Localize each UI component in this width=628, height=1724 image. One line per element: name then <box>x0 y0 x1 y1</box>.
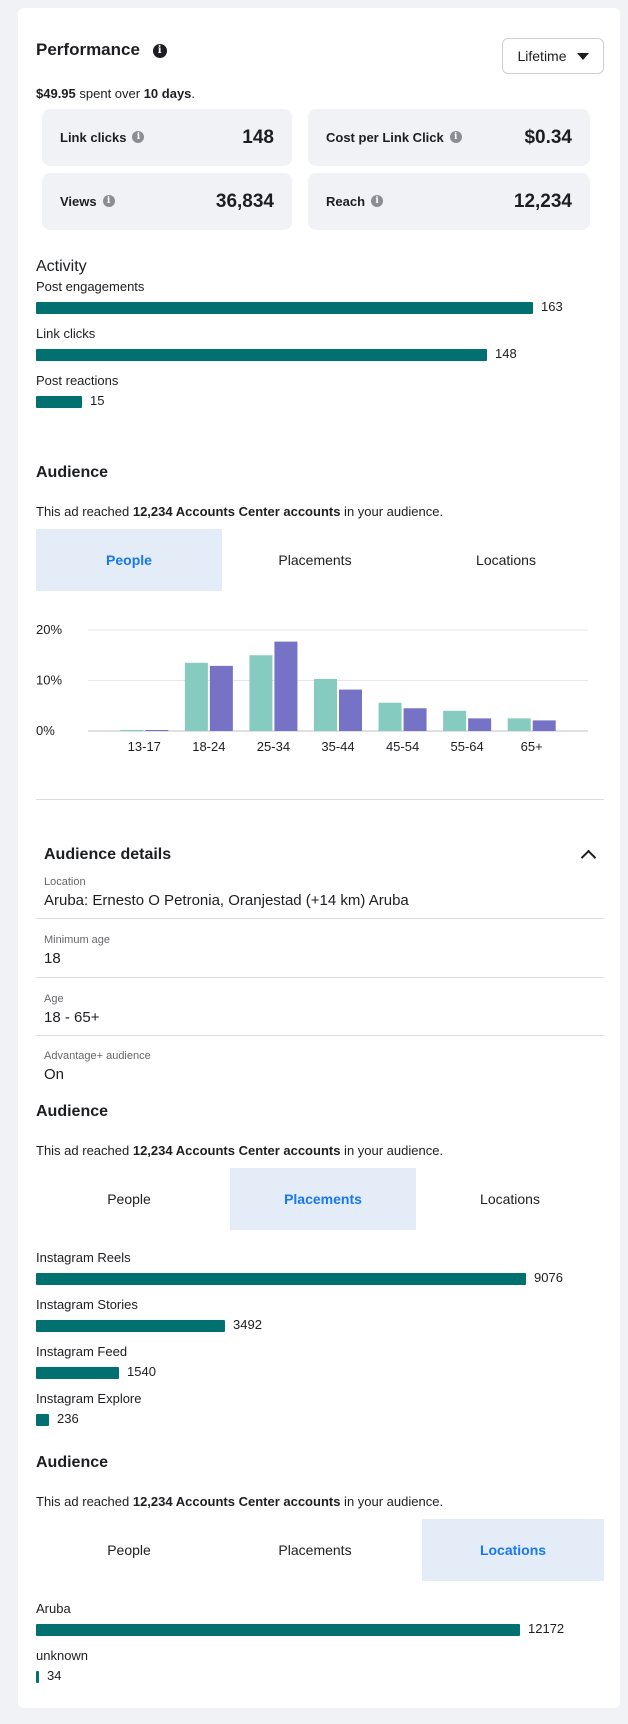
metric-cost-per-link-click: Cost per Link Click i $0.34 <box>308 109 590 166</box>
bar <box>36 396 82 408</box>
x-tick-label: 45-54 <box>386 739 419 754</box>
y-tick-label: 0% <box>36 723 55 738</box>
chevron-up-icon[interactable] <box>580 849 597 866</box>
audience-title: Audience <box>36 1454 109 1471</box>
activity-title: Activity <box>36 258 87 275</box>
x-tick-label: 13-17 <box>128 739 161 754</box>
tab-locations[interactable]: Locations <box>422 1519 604 1581</box>
date-range-dropdown[interactable]: Lifetime <box>502 38 604 74</box>
metric-views: Views i 36,834 <box>42 173 292 230</box>
bar-label: Instagram Reels <box>36 1250 131 1265</box>
age-chart-svg: 0% 10% 20% 13-17 18-24 25-34 35-44 45-54 55-64 65… <box>36 622 588 754</box>
bar-value: 12172 <box>528 1621 565 1636</box>
info-icon[interactable]: i <box>102 195 115 207</box>
bar <box>36 1320 225 1332</box>
detail-value: 18 - 65+ <box>44 1009 100 1026</box>
chart-bar <box>145 729 169 731</box>
bar-value: 236 <box>57 1411 79 1426</box>
x-tick-label: 18-24 <box>192 739 225 754</box>
chart-bar <box>468 718 492 731</box>
tab-placements[interactable]: Placements <box>222 1519 408 1581</box>
divider <box>36 1035 604 1036</box>
chart-bar <box>532 720 556 731</box>
bar <box>36 1273 526 1285</box>
x-tick-label: 25-34 <box>257 739 290 754</box>
tab-people[interactable]: People <box>36 1519 222 1581</box>
age-distribution-chart: 0% 10% 20% 13-17 18-24 25-34 35-44 45-54 55-64 65… <box>36 618 606 768</box>
detail-label: Advantage+ audience <box>44 1050 151 1062</box>
performance-card: Performance i Lifetime $49.95 spent over… <box>18 8 620 1708</box>
bar-value: 1540 <box>127 1364 156 1379</box>
audience-title: Audience <box>36 464 109 481</box>
divider <box>36 918 604 919</box>
divider <box>36 977 604 978</box>
tab-people[interactable]: People <box>36 529 222 591</box>
detail-label: Minimum age <box>44 934 111 946</box>
tab-locations[interactable]: Locations <box>408 529 604 591</box>
bar-value: 148 <box>495 346 517 361</box>
bar-value: 163 <box>541 299 563 314</box>
y-tick-label: 20% <box>36 622 62 637</box>
bar-label: Post reactions <box>36 373 119 388</box>
tab-people[interactable]: People <box>36 1168 222 1230</box>
detail-label: Location <box>44 876 86 888</box>
bar-value: 34 <box>47 1668 62 1683</box>
bar-label: Instagram Stories <box>36 1297 138 1312</box>
chart-bar <box>274 641 298 731</box>
tab-placements[interactable]: Placements <box>230 1168 416 1230</box>
bar-label: Instagram Explore <box>36 1391 142 1406</box>
metric-reach: Reach i 12,234 <box>308 173 590 230</box>
info-icon[interactable]: i <box>152 44 167 58</box>
info-icon[interactable]: i <box>132 131 145 143</box>
chart-bar <box>249 655 273 731</box>
chart-bar <box>378 702 402 731</box>
audience-reach-text: This ad reached 12,234 Accounts Center a… <box>36 1143 444 1158</box>
x-tick-label: 55-64 <box>451 739 484 754</box>
bar-value: 9076 <box>534 1270 563 1285</box>
audience-reach-text: This ad reached 12,234 Accounts Center a… <box>36 504 444 519</box>
tab-locations[interactable]: Locations <box>416 1168 604 1230</box>
spend-summary: $49.95 spent over 10 days. <box>36 86 196 101</box>
performance-title: Performance i <box>36 40 167 60</box>
bar <box>36 1624 520 1636</box>
bar-label: Post engagements <box>36 279 145 294</box>
detail-value: Aruba: Ernesto O Petronia, Oranjestad (+… <box>44 892 409 909</box>
bar-label: Aruba <box>36 1601 71 1616</box>
bar-label: Link clicks <box>36 326 96 341</box>
divider <box>36 799 604 800</box>
y-tick-label: 10% <box>36 673 62 688</box>
detail-label: Age <box>44 993 64 1005</box>
chart-bar <box>314 678 337 731</box>
bar <box>36 1414 49 1426</box>
audience-reach-text: This ad reached 12,234 Accounts Center a… <box>36 1494 444 1509</box>
detail-value: 18 <box>44 950 61 967</box>
bar-label: unknown <box>36 1648 89 1663</box>
bar-value: 3492 <box>233 1317 262 1332</box>
bar <box>36 1671 39 1683</box>
bar <box>36 349 487 361</box>
audience-title: Audience <box>36 1103 109 1120</box>
chart-bar <box>507 718 531 731</box>
caret-down-icon <box>576 52 589 60</box>
info-icon[interactable]: i <box>371 195 384 207</box>
bar <box>36 302 533 314</box>
chart-bar <box>209 665 233 731</box>
info-icon[interactable]: i <box>449 131 462 143</box>
audience-details-title: Audience details <box>44 846 172 863</box>
detail-value: On <box>44 1066 65 1083</box>
chart-bar <box>120 729 144 731</box>
chart-bar <box>403 708 427 731</box>
metric-link-clicks: Link clicks i 148 <box>42 109 292 166</box>
x-tick-label: 65+ <box>521 739 543 754</box>
tab-placements[interactable]: Placements <box>222 529 408 591</box>
chart-bar <box>184 662 208 731</box>
chart-bar <box>443 710 467 731</box>
bar-value: 15 <box>90 393 105 408</box>
chart-bar <box>339 689 362 731</box>
bar-label: Instagram Feed <box>36 1344 128 1359</box>
bar <box>36 1367 119 1379</box>
x-tick-label: 35-44 <box>321 739 354 754</box>
